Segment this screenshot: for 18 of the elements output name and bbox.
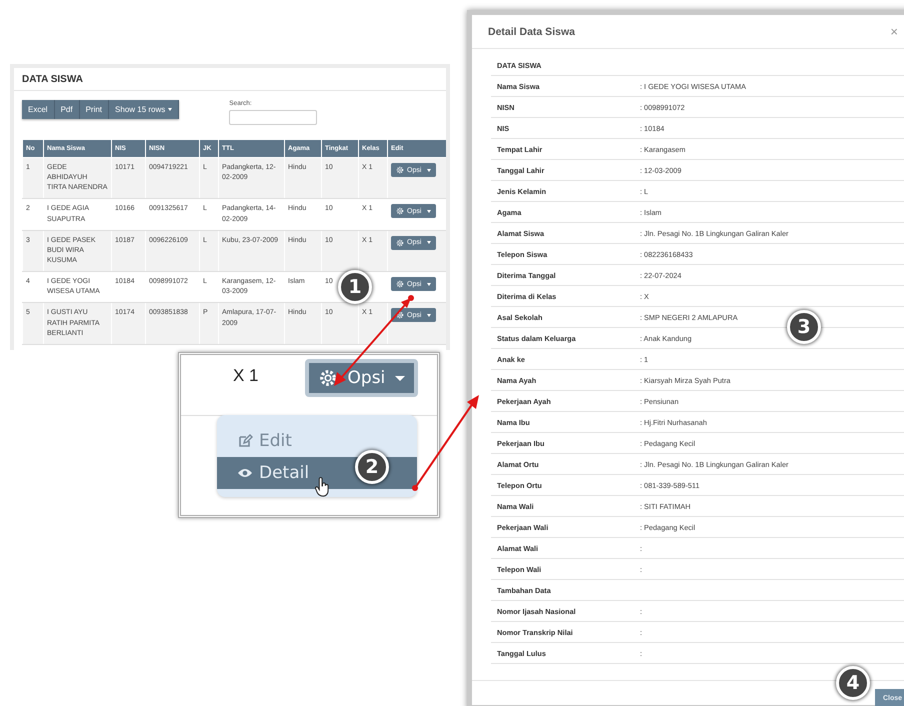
panel-title: DATA SISWA: [14, 68, 446, 91]
close-button[interactable]: ×: [890, 24, 898, 39]
toolbar-button[interactable]: Pdf: [54, 100, 80, 119]
toolbar-button[interactable]: Print: [80, 100, 110, 119]
options-button[interactable]: Opsi: [304, 359, 418, 397]
edit-icon: [237, 433, 253, 449]
gear-icon: [396, 166, 404, 174]
gear-icon: [396, 311, 404, 320]
toolbar-button[interactable]: Show 15 rows: [109, 100, 180, 119]
gear-icon: [396, 238, 404, 247]
gear-icon: [396, 280, 404, 288]
hand-cursor-icon: [315, 477, 330, 497]
dialog-title: Detail Data Siswa: [488, 26, 575, 38]
toolbar-button[interactable]: Excel: [22, 100, 55, 119]
table-cell: X 1: [233, 366, 259, 386]
search-field[interactable]: [229, 110, 318, 125]
gear-icon: [318, 368, 338, 388]
gear-icon: [396, 207, 404, 216]
